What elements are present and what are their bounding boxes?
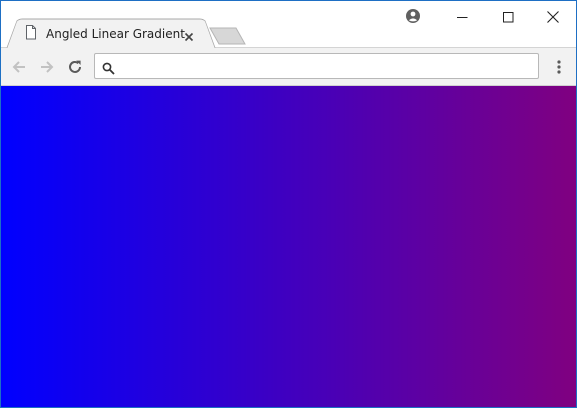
minimize-button[interactable] (439, 1, 485, 33)
document-icon (25, 25, 37, 44)
window-close-button[interactable] (530, 1, 576, 33)
profile-icon[interactable] (405, 8, 421, 28)
maximize-icon (502, 8, 514, 27)
back-button[interactable] (9, 57, 29, 77)
menu-button[interactable] (549, 57, 569, 77)
maximize-button[interactable] (485, 1, 531, 33)
gradient-content (1, 86, 576, 407)
forward-button[interactable] (37, 57, 57, 77)
tab-title: Angled Linear Gradient (46, 27, 185, 41)
browser-window: Angled Linear Gradient (0, 0, 577, 408)
omnibox[interactable] (94, 53, 539, 79)
reload-button[interactable] (65, 57, 85, 77)
search-icon (102, 60, 115, 79)
close-icon (547, 8, 559, 27)
back-arrow-icon (12, 61, 25, 73)
title-bar: Angled Linear Gradient (1, 1, 576, 49)
menu-kebab-icon (557, 60, 561, 74)
new-tab-button[interactable] (209, 27, 247, 49)
close-icon[interactable] (184, 27, 194, 46)
address-input[interactable] (121, 57, 531, 75)
toolbar (1, 48, 576, 86)
reload-icon (69, 60, 81, 73)
minimize-icon (456, 8, 468, 27)
forward-arrow-icon (41, 61, 54, 73)
